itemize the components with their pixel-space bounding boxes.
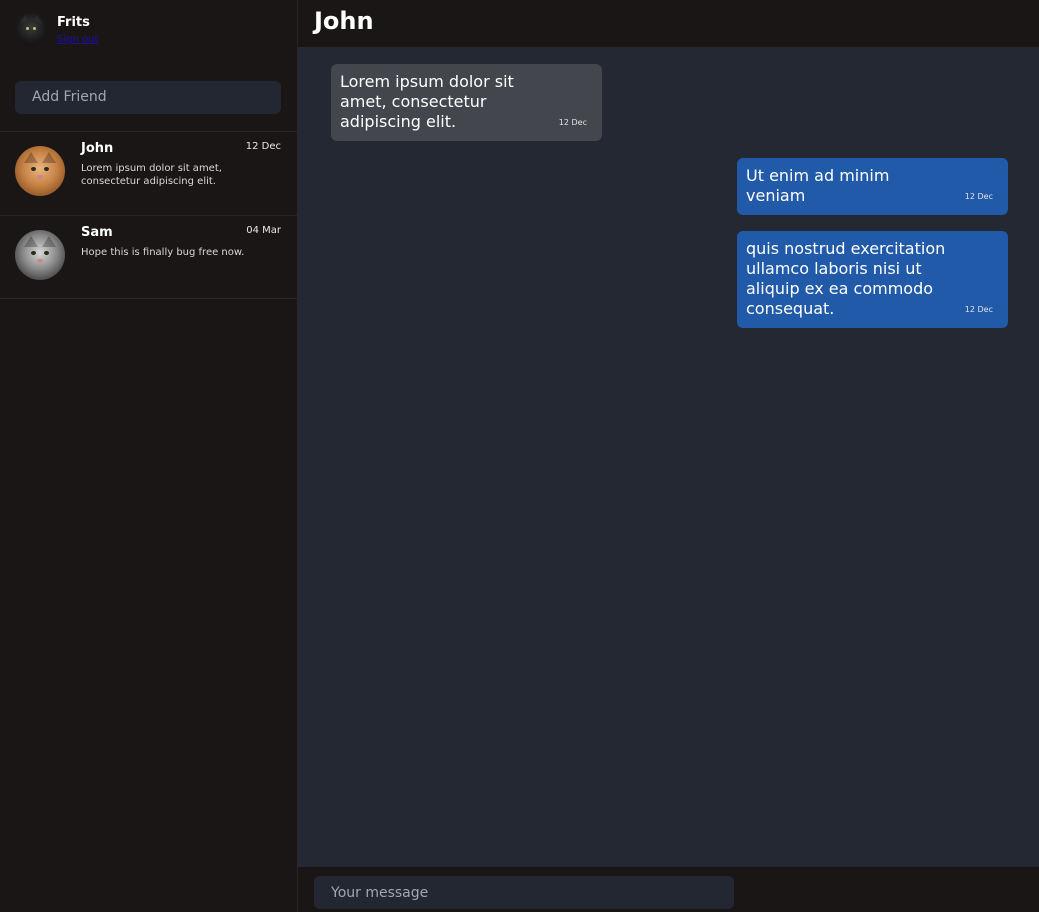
contact-name: Sam — [81, 225, 113, 240]
avatar-ear — [24, 152, 38, 163]
chat-header: John — [298, 0, 1039, 47]
avatar-eye — [31, 251, 36, 255]
contact-item-sam[interactable]: Sam 04 Mar Hope this is finally bug free… — [0, 215, 298, 299]
avatar-eye — [44, 167, 49, 171]
page-title: John — [314, 7, 374, 35]
avatar-ear — [42, 152, 56, 163]
message-composer — [298, 867, 1039, 912]
avatar-eye — [26, 27, 29, 30]
chat-app: Frits Sign out John 12 Dec Lorem ipsum d… — [0, 0, 1039, 912]
contact-date: 04 Mar — [246, 225, 281, 236]
message-list[interactable]: Lorem ipsum dolor sit amet, consectetur … — [298, 47, 1039, 867]
message-text: quis nostrud exercitation ullamco labori… — [746, 239, 946, 318]
avatar-ear — [20, 15, 30, 23]
message-input[interactable] — [314, 876, 734, 909]
avatar — [15, 230, 65, 280]
avatar-eye — [44, 251, 49, 255]
avatar[interactable] — [14, 12, 48, 46]
message-time: 12 Dec — [558, 118, 587, 127]
sign-out-link[interactable]: Sign out — [57, 34, 98, 45]
sidebar: Frits Sign out John 12 Dec Lorem ipsum d… — [0, 0, 298, 912]
contact-preview: Lorem ipsum dolor sit amet, consectetur … — [81, 163, 222, 186]
current-user-profile: Frits Sign out — [14, 12, 284, 52]
message-outgoing: Ut enim ad minim veniam 12 Dec — [737, 158, 1008, 215]
contact-date: 12 Dec — [245, 141, 281, 152]
contact-name: John — [81, 141, 114, 156]
message-time: 12 Dec — [964, 305, 993, 314]
contact-preview: Hope this is finally bug free now. — [81, 247, 245, 258]
chat-panel: John Lorem ipsum dolor sit amet, consect… — [298, 0, 1039, 912]
message-outgoing: quis nostrud exercitation ullamco labori… — [737, 231, 1008, 328]
profile-name: Frits — [57, 15, 90, 30]
avatar-nose — [37, 175, 43, 179]
contact-item-john[interactable]: John 12 Dec Lorem ipsum dolor sit amet, … — [0, 131, 298, 215]
avatar-nose — [37, 259, 43, 263]
avatar-ear — [42, 236, 56, 247]
avatar-eye — [31, 167, 36, 171]
avatar-ear — [24, 236, 38, 247]
avatar-ear — [32, 15, 42, 23]
add-friend-input[interactable] — [15, 81, 281, 114]
avatar-eye — [33, 27, 36, 30]
message-text: Lorem ipsum dolor sit amet, consectetur … — [340, 72, 514, 131]
message-time: 12 Dec — [964, 192, 993, 201]
message-incoming: Lorem ipsum dolor sit amet, consectetur … — [331, 64, 602, 141]
message-text: Ut enim ad minim veniam — [746, 166, 890, 205]
contact-list: John 12 Dec Lorem ipsum dolor sit amet, … — [0, 131, 298, 299]
avatar — [15, 146, 65, 196]
